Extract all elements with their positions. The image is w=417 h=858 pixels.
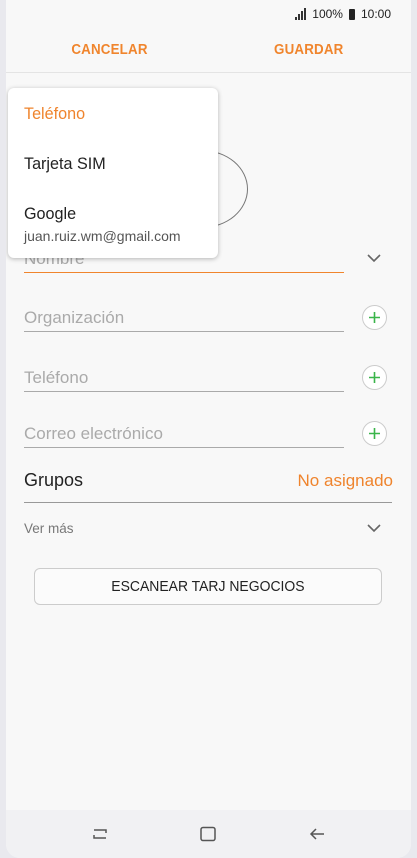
battery-icon bbox=[348, 8, 355, 20]
plus-icon bbox=[369, 428, 380, 439]
back-button[interactable] bbox=[297, 814, 337, 854]
home-button[interactable] bbox=[188, 814, 228, 854]
status-bar: 100% 10:00 bbox=[6, 0, 411, 28]
plus-icon bbox=[369, 312, 380, 323]
phone-field-wrapper bbox=[24, 367, 344, 392]
signal-icon bbox=[295, 8, 307, 20]
header-divider bbox=[6, 72, 411, 73]
home-icon bbox=[200, 826, 217, 842]
navigation-bar bbox=[6, 810, 411, 858]
scan-business-card-button[interactable]: ESCANEAR TARJ NEGOCIOS bbox=[34, 568, 382, 605]
back-arrow-icon bbox=[309, 828, 324, 840]
menu-item-label: Teléfono bbox=[24, 104, 86, 123]
email-field[interactable] bbox=[24, 423, 344, 445]
email-field-wrapper bbox=[24, 423, 344, 448]
menu-item-label: Tarjeta SIM bbox=[24, 154, 106, 173]
chevron-down-icon[interactable] bbox=[366, 252, 382, 264]
recent-apps-icon bbox=[93, 829, 107, 839]
see-more-toggle[interactable]: Ver más bbox=[24, 521, 74, 536]
add-email-button[interactable] bbox=[362, 421, 387, 446]
battery-percent: 100% bbox=[312, 7, 343, 21]
add-phone-button[interactable] bbox=[362, 365, 387, 390]
organization-field[interactable] bbox=[24, 307, 344, 329]
save-button[interactable]: GUARDAR bbox=[275, 42, 344, 58]
menu-item-google[interactable]: Google juan.ruiz.wm@gmail.com bbox=[24, 204, 181, 244]
groups-divider bbox=[24, 502, 392, 503]
groups-value[interactable]: No asignado bbox=[298, 471, 393, 491]
phone-screen: 100% 10:00 CANCELAR GUARDAR Teléfono Tar… bbox=[6, 0, 411, 858]
plus-icon bbox=[369, 372, 380, 383]
groups-label: Grupos bbox=[24, 470, 84, 490]
phone-field[interactable] bbox=[24, 367, 344, 389]
storage-location-menu: Teléfono Tarjeta SIM Google juan.ruiz.wm… bbox=[8, 88, 218, 258]
add-organization-button[interactable] bbox=[362, 305, 387, 330]
scan-button-label: ESCANEAR TARJ NEGOCIOS bbox=[111, 578, 305, 595]
menu-item-label: Google bbox=[24, 204, 77, 223]
action-bar: CANCELAR GUARDAR bbox=[6, 28, 411, 72]
menu-item-phone[interactable]: Teléfono bbox=[24, 104, 88, 124]
cancel-button[interactable]: CANCELAR bbox=[71, 42, 147, 58]
recent-apps-button[interactable] bbox=[80, 814, 120, 854]
menu-item-sim[interactable]: Tarjeta SIM bbox=[24, 154, 110, 174]
organization-field-wrapper bbox=[24, 307, 344, 332]
clock: 10:00 bbox=[360, 7, 391, 21]
chevron-down-icon[interactable] bbox=[366, 522, 382, 534]
google-account-email: juan.ruiz.wm@gmail.com bbox=[24, 228, 181, 244]
